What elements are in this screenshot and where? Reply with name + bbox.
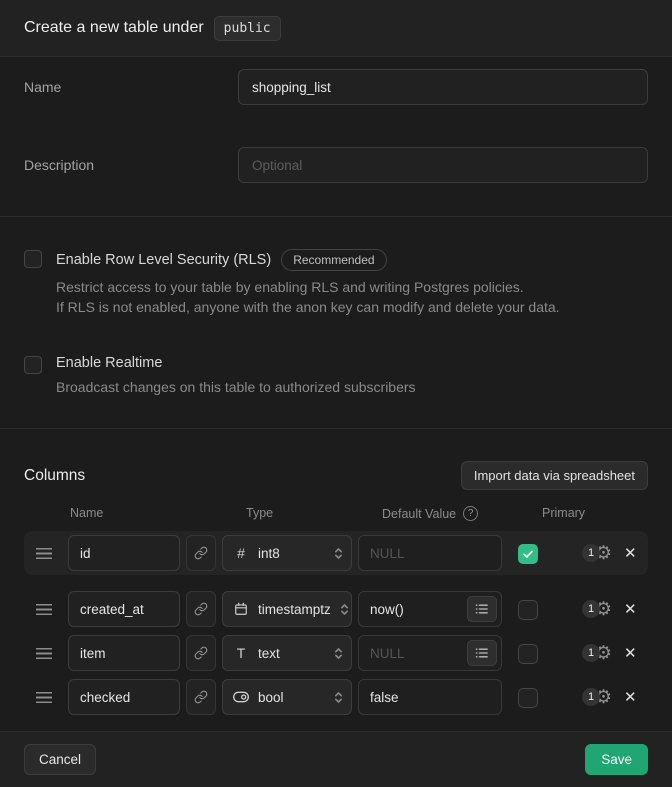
chain-link-icon: [194, 602, 208, 616]
realtime-label: Enable Realtime: [56, 355, 162, 371]
chevron-updown-icon: [334, 546, 343, 561]
name-row: Name: [24, 69, 648, 105]
column-name-input[interactable]: [68, 535, 180, 571]
header-default-value: Default Value ?: [382, 506, 542, 521]
default-value-input[interactable]: [358, 679, 502, 715]
column-type-select[interactable]: # T timestamptz: [222, 591, 352, 627]
default-value-input[interactable]: [358, 535, 502, 571]
column-name-input[interactable]: [68, 635, 180, 671]
table-info-section: Name Description: [0, 57, 672, 216]
column-settings-button[interactable]: 1 ⚙: [582, 644, 612, 663]
remove-column-button[interactable]: ✕: [624, 690, 637, 705]
drag-handle-icon[interactable]: [36, 548, 52, 559]
dialog-header: Create a new table under public: [0, 0, 672, 57]
column-name-input[interactable]: [68, 591, 180, 627]
remove-column-button[interactable]: ✕: [624, 546, 637, 561]
primary-key-checkbox[interactable]: [518, 688, 538, 708]
column-settings-button[interactable]: 1 ⚙: [582, 688, 612, 707]
column-settings-button[interactable]: 1 ⚙: [582, 600, 612, 619]
table-description-input[interactable]: [238, 147, 648, 183]
column-type-select[interactable]: # T bool: [222, 679, 352, 715]
realtime-body: Enable Realtime Broadcast changes on thi…: [56, 355, 416, 397]
calendar-icon: [234, 602, 248, 616]
rls-body: Enable Row Level Security (RLS) Recommen…: [56, 249, 560, 317]
chain-link-icon: [194, 646, 208, 660]
primary-key-checkbox[interactable]: [518, 544, 538, 564]
chevron-updown-icon: [340, 602, 349, 617]
drag-handle-icon[interactable]: [36, 692, 52, 703]
columns-table-headers: Name Type Default Value ? Primary: [24, 506, 648, 521]
column-type-label: int8: [258, 546, 325, 561]
rls-description: Restrict access to your table by enablin…: [56, 277, 560, 317]
column-type-label: timestamptz: [258, 602, 331, 617]
realtime-description: Broadcast changes on this table to autho…: [56, 377, 416, 397]
columns-rows: # T int8: [24, 531, 648, 715]
dialog-title: Create a new table under: [24, 19, 204, 37]
toggles-section: Enable Row Level Security (RLS) Recommen…: [0, 217, 672, 397]
settings-count-badge: 1: [582, 644, 600, 662]
name-label: Name: [24, 79, 238, 95]
remove-column-button[interactable]: ✕: [624, 646, 637, 661]
header-primary: Primary: [542, 506, 585, 521]
chain-link-icon: [194, 546, 208, 560]
settings-count-badge: 1: [582, 544, 600, 562]
table-name-input[interactable]: [238, 69, 648, 105]
foreign-key-link-button[interactable]: [186, 635, 216, 671]
question-circle-icon[interactable]: ?: [463, 506, 478, 521]
settings-count-badge: 1: [582, 688, 600, 706]
dialog-footer: Cancel Save: [0, 731, 672, 787]
rls-toggle-block: Enable Row Level Security (RLS) Recommen…: [24, 249, 648, 317]
realtime-toggle-block: Enable Realtime Broadcast changes on thi…: [24, 355, 648, 397]
header-name: Name: [70, 506, 246, 521]
column-type-label: text: [258, 646, 325, 661]
text-type-icon: T: [237, 645, 246, 661]
chevron-updown-icon: [334, 646, 343, 661]
foreign-key-link-button[interactable]: [186, 679, 216, 715]
suggestions-list-button[interactable]: [467, 596, 497, 622]
column-name-input[interactable]: [68, 679, 180, 715]
suggestions-list-button[interactable]: [467, 640, 497, 666]
column-type-select[interactable]: # T int8: [222, 535, 352, 571]
description-row: Description: [24, 147, 648, 183]
column-row: # T timestamptz: [24, 591, 648, 627]
column-row: # T bool: [24, 679, 648, 715]
column-row: # T text: [24, 635, 648, 671]
columns-title: Columns: [24, 467, 85, 485]
chain-link-icon: [194, 690, 208, 704]
column-type-label: bool: [258, 690, 325, 705]
foreign-key-link-button[interactable]: [186, 535, 216, 571]
toggle-switch-icon: [233, 691, 249, 703]
rls-label: Enable Row Level Security (RLS): [56, 252, 271, 268]
recommended-badge: Recommended: [281, 249, 386, 271]
cancel-button[interactable]: Cancel: [24, 744, 96, 775]
columns-section: Columns Import data via spreadsheet Name…: [0, 429, 672, 715]
column-row: # T int8: [24, 531, 648, 575]
schema-badge: public: [214, 16, 281, 41]
description-label: Description: [24, 157, 238, 173]
rls-checkbox[interactable]: [24, 250, 42, 268]
column-settings-button[interactable]: 1 ⚙: [582, 544, 612, 563]
settings-count-badge: 1: [582, 600, 600, 618]
list-icon: [475, 647, 489, 659]
primary-key-checkbox[interactable]: [518, 600, 538, 620]
column-type-select[interactable]: # T text: [222, 635, 352, 671]
remove-column-button[interactable]: ✕: [624, 602, 637, 617]
chevron-updown-icon: [334, 690, 343, 705]
drag-handle-icon[interactable]: [36, 648, 52, 659]
hash-icon: #: [237, 545, 245, 561]
primary-key-checkbox[interactable]: [518, 644, 538, 664]
header-type: Type: [246, 506, 382, 521]
import-spreadsheet-button[interactable]: Import data via spreadsheet: [461, 461, 648, 490]
realtime-checkbox[interactable]: [24, 356, 42, 374]
foreign-key-link-button[interactable]: [186, 591, 216, 627]
drag-handle-icon[interactable]: [36, 604, 52, 615]
save-button[interactable]: Save: [585, 744, 648, 775]
list-icon: [475, 603, 489, 615]
